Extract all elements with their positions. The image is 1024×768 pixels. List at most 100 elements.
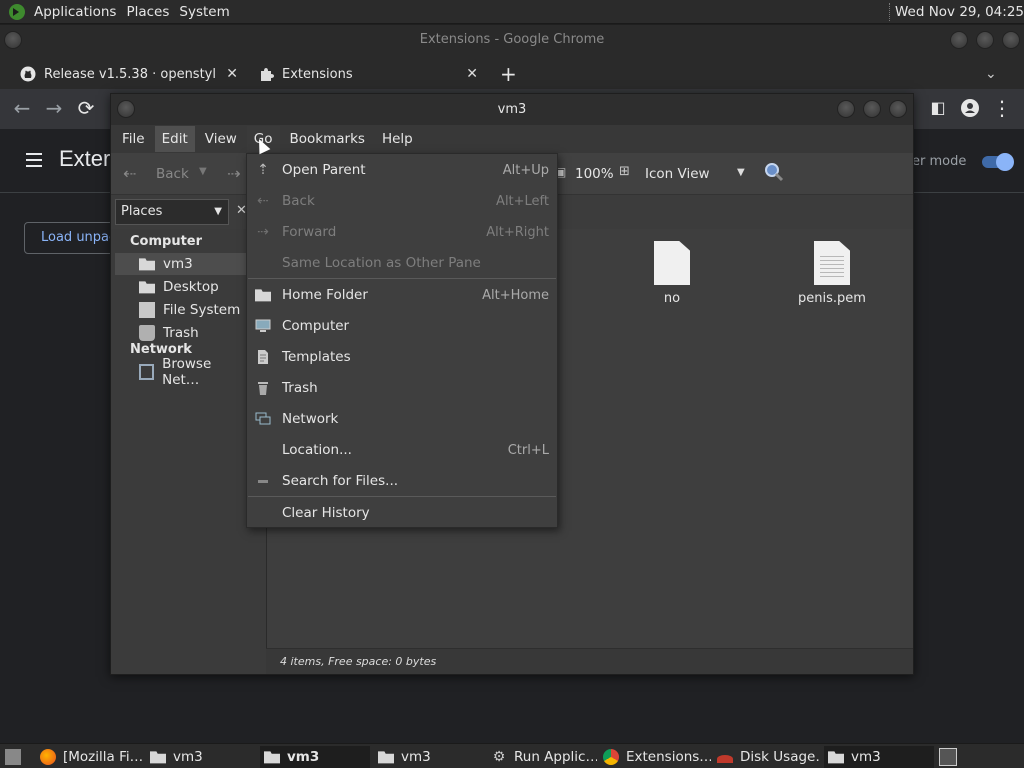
menu-item-accel: Alt+Home — [482, 287, 549, 303]
gears-icon: ⚙ — [492, 749, 506, 765]
tab-label: Extensions — [282, 66, 353, 82]
menu-item-computer[interactable]: Computer — [247, 311, 557, 341]
menu-item-search-files[interactable]: Search for Files... — [247, 466, 557, 496]
menu-item-same-location[interactable]: Same Location as Other Pane — [247, 248, 557, 278]
menu-edit[interactable]: Edit — [154, 126, 195, 152]
forward-arrow-icon[interactable]: ⇢ — [227, 164, 240, 183]
taskbar-label: Extensions… — [626, 749, 711, 765]
tab-release[interactable]: Release v1.5.38 · openstyles/s ✕ — [20, 59, 238, 89]
maximize-icon[interactable] — [976, 31, 994, 49]
sidebar-item-browse-network[interactable]: Browse Net… — [115, 356, 246, 388]
minimize-icon[interactable] — [837, 100, 855, 118]
back-arrow-icon[interactable]: ← — [12, 98, 32, 118]
firefox-icon — [40, 749, 56, 765]
trash-icon — [254, 379, 272, 397]
search-icon — [254, 472, 272, 490]
menu-item-open-parent[interactable]: ⇡ Open Parent Alt+Up — [247, 155, 557, 185]
menu-separator — [248, 278, 556, 279]
side-panel-icon[interactable]: ◧ — [928, 98, 948, 118]
menu-help[interactable]: Help — [375, 126, 420, 152]
places-menu[interactable]: Places — [124, 4, 177, 20]
back-history-chevron-icon[interactable]: ▼ — [199, 166, 207, 177]
reload-icon[interactable]: ⟳ — [76, 98, 96, 118]
taskbar-item-vm3[interactable]: vm3 — [824, 746, 934, 768]
sidebar-item-label: Browse Net… — [162, 356, 212, 388]
zoom-in-icon[interactable]: ⊞ — [619, 164, 630, 179]
view-mode-select[interactable]: Icon View — [645, 166, 710, 182]
taskbar-item-disk-usage[interactable]: Disk Usage… — [713, 746, 821, 768]
menu-item-label: Trash — [282, 380, 318, 396]
menu-item-network[interactable]: Network — [247, 404, 557, 434]
file-item[interactable]: penis.pem — [787, 241, 877, 306]
close-icon[interactable] — [889, 100, 907, 118]
taskbar-item-chrome[interactable]: Extensions… — [599, 746, 711, 768]
taskbar-item-run-application[interactable]: ⚙ Run Applic… — [487, 746, 597, 768]
taskbar-item-vm3[interactable]: vm3 — [374, 746, 484, 768]
show-desktop-icon — [5, 749, 21, 765]
window-menu-icon[interactable] — [4, 31, 22, 49]
menu-item-templates[interactable]: Templates — [247, 342, 557, 372]
taskbar-item-vm3-active[interactable]: vm3 — [260, 746, 370, 768]
menu-item-clear-history[interactable]: Clear History — [247, 498, 557, 528]
right-arrow-icon: ⇢ — [257, 224, 269, 240]
menu-item-home-folder[interactable]: Home Folder Alt+Home — [247, 280, 557, 310]
sidebar-item-vm3[interactable]: vm3 — [115, 253, 246, 275]
go-menu-dropdown: ⇡ Open Parent Alt+Up ⇠ Back Alt+Left ⇢ F… — [246, 153, 558, 528]
sidebar-item-label: Trash — [163, 325, 199, 341]
taskbar-item-firefox[interactable]: [Mozilla Fi… — [36, 746, 144, 768]
left-arrow-icon: ⇠ — [257, 193, 269, 209]
hamburger-menu-icon[interactable] — [26, 153, 42, 171]
github-icon — [20, 66, 36, 82]
menu-item-back[interactable]: ⇠ Back Alt+Left — [247, 186, 557, 216]
show-desktop-button[interactable] — [2, 746, 24, 768]
system-menu[interactable]: System — [177, 4, 237, 20]
profile-icon[interactable] — [960, 98, 980, 118]
maximize-icon[interactable] — [863, 100, 881, 118]
search-icon[interactable] — [763, 161, 785, 187]
places-select[interactable]: Places ▼ — [115, 199, 229, 225]
menu-file[interactable]: File — [115, 126, 152, 152]
menu-item-label: Same Location as Other Pane — [282, 255, 481, 271]
tab-close-icon[interactable]: ✕ — [226, 66, 238, 82]
trash-icon — [139, 325, 155, 341]
tab-close-icon[interactable]: ✕ — [466, 66, 478, 82]
kebab-menu-icon[interactable]: ⋮ — [992, 98, 1012, 118]
new-tab-button[interactable]: + — [500, 59, 517, 89]
taskbar-item-vm3[interactable]: vm3 — [146, 746, 256, 768]
window-title: vm3 — [497, 102, 527, 117]
applications-menu[interactable]: Applications — [32, 4, 124, 20]
back-button-label[interactable]: Back — [156, 166, 189, 182]
menu-item-label: Location... — [282, 442, 352, 458]
minimize-icon[interactable] — [950, 31, 968, 49]
top-panel: Applications Places System Wed Nov 29, 0… — [0, 0, 1024, 24]
sidebar-item-desktop[interactable]: Desktop — [115, 276, 246, 298]
forward-arrow-icon[interactable]: → — [44, 98, 64, 118]
clock[interactable]: Wed Nov 29, 04:25 — [895, 4, 1024, 20]
file-name: penis.pem — [798, 291, 866, 306]
sidebar-item-label: vm3 — [163, 256, 193, 272]
menu-item-location[interactable]: Location... Ctrl+L — [247, 435, 557, 465]
computer-icon — [254, 317, 272, 335]
taskbar-label: Disk Usage… — [740, 749, 821, 765]
menu-view[interactable]: View — [198, 126, 244, 152]
view-mode-chevron-icon[interactable]: ▼ — [737, 167, 745, 178]
menu-bookmarks[interactable]: Bookmarks — [283, 126, 372, 152]
back-arrow-icon[interactable]: ⇠ — [123, 164, 136, 183]
menu-item-forward[interactable]: ⇢ Forward Alt+Right — [247, 217, 557, 247]
developer-mode-label: er mode — [912, 154, 967, 169]
chrome-titlebar[interactable]: Extensions - Google Chrome — [0, 25, 1024, 55]
window-menu-icon[interactable] — [117, 100, 135, 118]
mate-logo-icon[interactable] — [8, 3, 26, 21]
menu-item-trash[interactable]: Trash — [247, 373, 557, 403]
developer-mode-toggle[interactable] — [982, 153, 1014, 171]
file-manager-titlebar[interactable]: vm3 — [111, 94, 913, 125]
folder-icon — [264, 751, 280, 764]
close-icon[interactable] — [1002, 31, 1020, 49]
tab-search-chevron-icon[interactable]: ⌄ — [985, 59, 997, 89]
sidebar-item-file-system[interactable]: File System — [115, 299, 246, 321]
workspace-switcher[interactable] — [937, 746, 959, 768]
menu-item-label: Network — [282, 411, 339, 427]
file-item[interactable]: no — [627, 241, 717, 306]
tab-extensions[interactable]: Extensions ✕ — [258, 59, 478, 89]
sidebar-item-trash[interactable]: Trash — [115, 322, 246, 344]
